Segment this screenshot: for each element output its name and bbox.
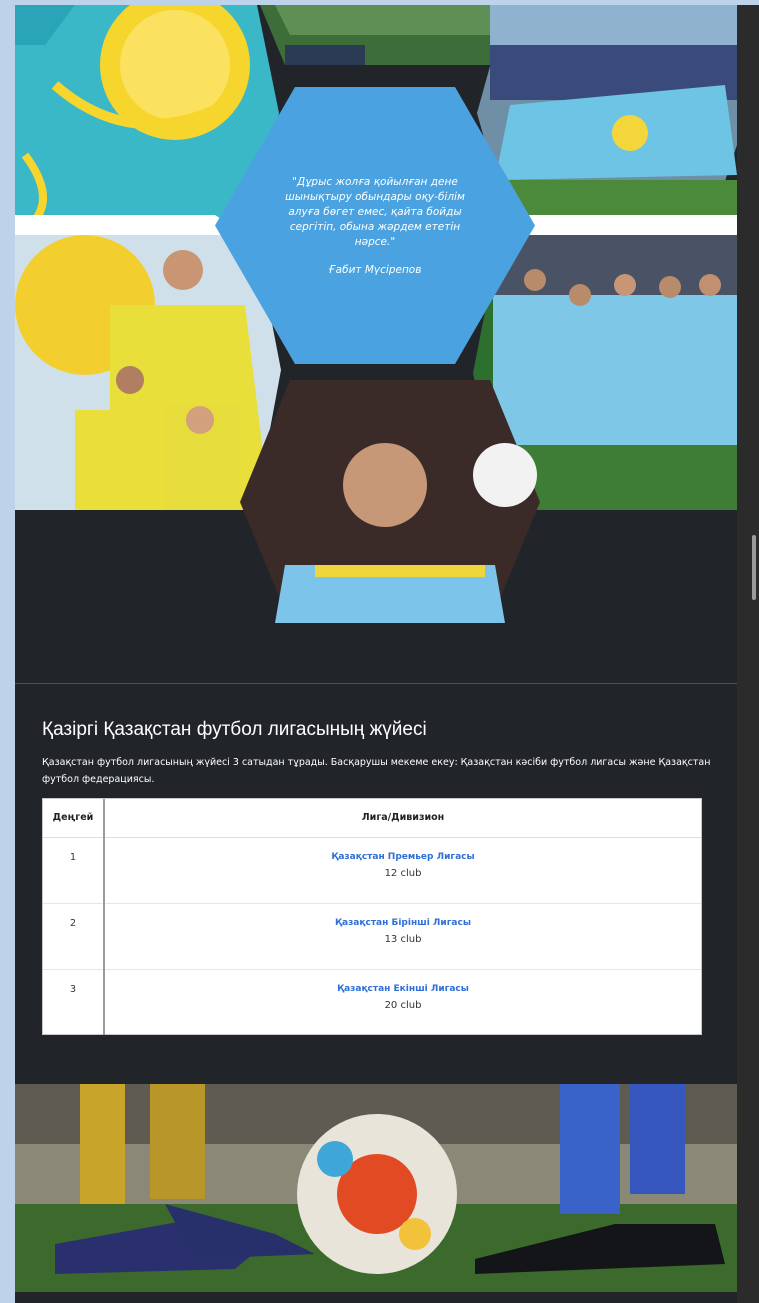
row-level: 1 bbox=[43, 837, 105, 904]
table-row: 3 Қазақстан Екінші Лигасы 20 club bbox=[43, 969, 701, 1035]
header-level: Деңгей bbox=[43, 799, 105, 838]
vertical-scrollbar[interactable] bbox=[737, 5, 759, 1303]
league-section-title: Қазіргі Қазақстан футбол лигасының жүйес… bbox=[42, 719, 427, 740]
header-league: Лига/Дивизион bbox=[104, 799, 701, 838]
league-description: Қазақстан футбол лигасының жүйесі 3 саты… bbox=[42, 757, 711, 785]
league-link-first[interactable]: Қазақстан Бірінші Лигасы bbox=[105, 918, 701, 928]
league-link-second[interactable]: Қазақстан Екінші Лигасы bbox=[105, 984, 701, 994]
page-content: "Дұрыс жолға қойылған дене шынықтыру обы… bbox=[15, 5, 737, 1303]
league-link-premier[interactable]: Қазақстан Премьер Лигасы bbox=[105, 852, 701, 862]
section-divider bbox=[15, 683, 737, 684]
table-row: 1 Қазақстан Премьер Лигасы 12 club bbox=[43, 837, 701, 904]
image-stadium bbox=[260, 5, 520, 65]
footer-strip bbox=[15, 1292, 737, 1303]
row-league-cell: Қазақстан Екінші Лигасы 20 club bbox=[104, 969, 701, 1035]
league-table: Деңгей Лига/Дивизион 1 Қазақстан Премьер… bbox=[42, 798, 702, 1035]
football-banner-image bbox=[15, 1084, 737, 1292]
row-level: 2 bbox=[43, 903, 105, 970]
row-league-cell: Қазақстан Бірінші Лигасы 13 club bbox=[104, 903, 701, 970]
hero-collage: "Дұрыс жолға қойылған дене шынықтыру обы… bbox=[15, 5, 737, 680]
table-row: 2 Қазақстан Бірінші Лигасы 13 club bbox=[43, 903, 701, 970]
row-league-cell: Қазақстан Премьер Лигасы 12 club bbox=[104, 837, 701, 904]
table-header-row: Деңгей Лига/Дивизион bbox=[43, 799, 701, 838]
quote-text: "Дұрыс жолға қойылған дене шынықтыру обы… bbox=[285, 176, 465, 248]
league-club-count: 12 club bbox=[384, 867, 422, 879]
quote-author: Ғабит Мүсірепов bbox=[328, 264, 422, 276]
image-player-13 bbox=[240, 380, 540, 623]
image-team-flag bbox=[477, 5, 737, 220]
banner-illustration bbox=[15, 1084, 737, 1292]
league-club-count: 20 club bbox=[384, 999, 422, 1011]
row-level: 3 bbox=[43, 969, 105, 1035]
league-club-count: 13 club bbox=[384, 933, 422, 945]
scrollbar-thumb[interactable] bbox=[752, 535, 756, 600]
image-player-celebration bbox=[15, 235, 281, 510]
